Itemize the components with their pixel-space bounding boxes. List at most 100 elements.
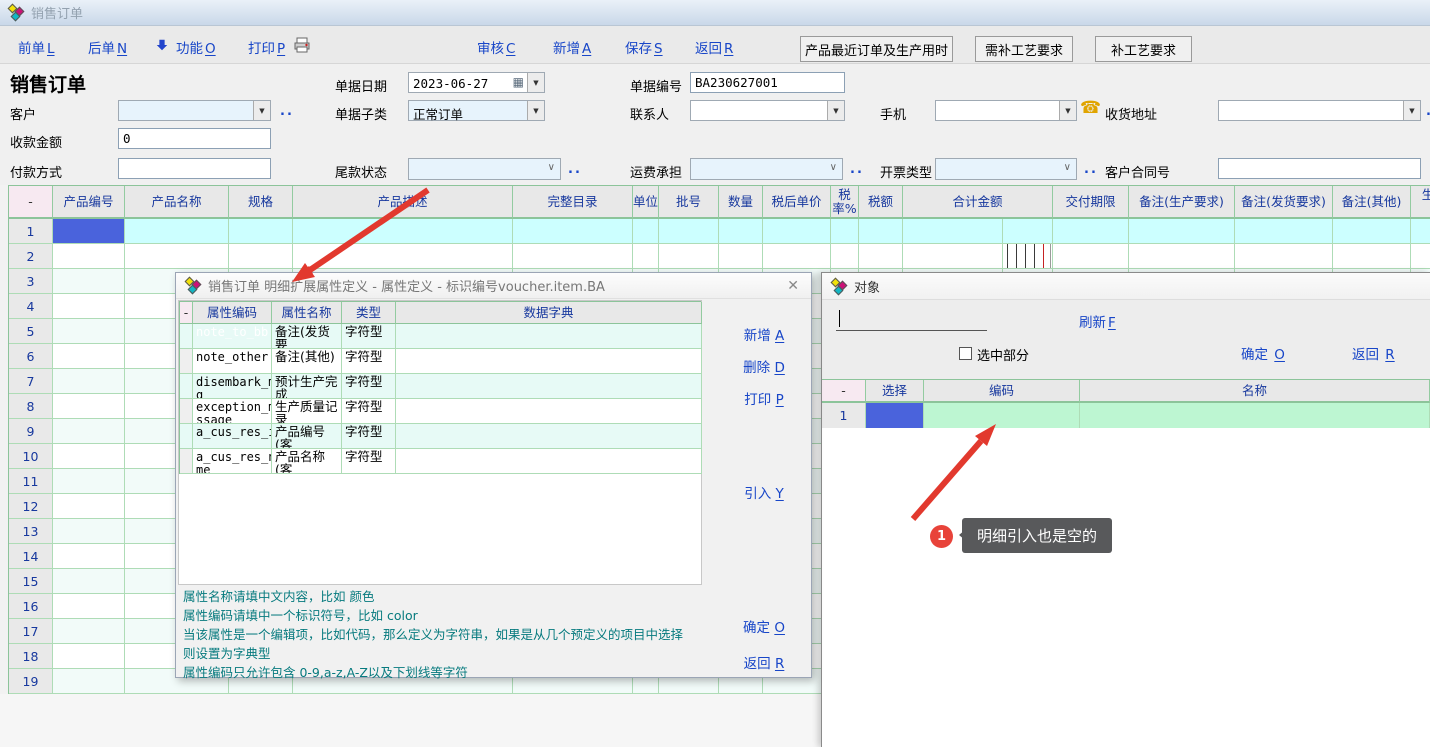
contract-no-input[interactable] — [1218, 158, 1421, 179]
attribute-type-cell[interactable]: 字符型 — [342, 424, 396, 449]
attribute-dict-cell[interactable] — [396, 324, 702, 349]
grid-cell[interactable] — [53, 319, 125, 344]
received-amount-input[interactable] — [118, 128, 271, 149]
col-header[interactable]: 税率% — [831, 186, 859, 219]
grid-cell[interactable] — [53, 419, 125, 444]
attribute-type-cell[interactable]: 字符型 — [342, 324, 396, 349]
grid-cell[interactable] — [53, 344, 125, 369]
grid-cell[interactable] — [53, 294, 125, 319]
col-header[interactable]: 交付期限 — [1053, 186, 1129, 219]
col-header[interactable]: 类型 — [342, 302, 396, 324]
close-icon[interactable]: ✕ — [787, 278, 799, 294]
row-number-cell[interactable]: 3 — [9, 269, 53, 294]
return-link[interactable]: 返回R — [695, 37, 733, 57]
grid-cell[interactable] — [1333, 219, 1411, 244]
grid-cell[interactable] — [831, 244, 859, 269]
grid-cell[interactable] — [659, 219, 719, 244]
process-requirements-button[interactable]: 补工艺要求 — [1095, 36, 1192, 62]
attribute-dict-cell[interactable] — [396, 374, 702, 399]
dialog-add-link[interactable]: 新增 A — [724, 324, 804, 344]
row-select-cell[interactable] — [180, 424, 193, 449]
col-header-dash[interactable]: - — [822, 380, 866, 403]
col-header[interactable]: 属性名称 — [272, 302, 342, 324]
grid-cell[interactable] — [1129, 219, 1235, 244]
dialog-titlebar[interactable]: 销售订单 明细扩展属性定义 - 属性定义 - 标识编号voucher.item.… — [176, 273, 811, 299]
selected-cell[interactable] — [53, 219, 125, 244]
col-header[interactable]: 产品编号 — [53, 186, 125, 219]
row-number-cell[interactable]: 19 — [9, 669, 53, 694]
customer-more-link[interactable]: .. — [280, 104, 294, 119]
window-titlebar[interactable]: 销售订单 — [0, 0, 1430, 26]
row-number-cell[interactable]: 6 — [9, 344, 53, 369]
col-header[interactable]: 属性编码 — [193, 302, 272, 324]
grid-cell[interactable] — [125, 244, 229, 269]
grid-cell[interactable] — [859, 244, 903, 269]
attribute-dict-cell[interactable] — [396, 399, 702, 424]
grid-cell[interactable] — [53, 494, 125, 519]
audit-link[interactable]: 审核C — [477, 37, 515, 57]
grid-cell[interactable] — [53, 644, 125, 669]
doc-subtype-select[interactable]: 正常订单 ▼ — [408, 100, 545, 121]
row-select-cell[interactable] — [180, 349, 193, 374]
col-header[interactable]: 数据字典 — [396, 302, 702, 324]
attribute-name-cell[interactable]: 备注(其他) — [272, 349, 342, 374]
row-number-cell[interactable]: 5 — [9, 319, 53, 344]
dialog-import-link[interactable]: 引入 Y — [724, 482, 804, 502]
select-cell[interactable] — [866, 403, 924, 429]
col-header-select[interactable]: 选择 — [866, 380, 924, 403]
freight-more-link[interactable]: .. — [850, 162, 864, 177]
grid-cell[interactable] — [513, 219, 633, 244]
invoice-type-more-link[interactable]: .. — [1084, 162, 1098, 177]
grid-cell[interactable] — [1053, 219, 1129, 244]
dialog-delete-link[interactable]: 删除 D — [724, 356, 804, 376]
grid-cell[interactable] — [1235, 244, 1333, 269]
chevron-down-icon[interactable]: ▼ — [527, 101, 544, 120]
grid-cell[interactable] — [53, 269, 125, 294]
attribute-code-cell[interactable]: a_cus_res_id — [193, 424, 272, 449]
grid-cell[interactable] — [633, 244, 659, 269]
grid-cell[interactable] — [293, 219, 513, 244]
grid-cell[interactable] — [1129, 244, 1235, 269]
row-number-cell[interactable]: 1 — [822, 403, 866, 429]
grid-cell[interactable] — [719, 219, 763, 244]
attribute-name-cell[interactable]: 产品编号(客) — [272, 424, 342, 449]
col-header[interactable]: - — [9, 186, 53, 219]
grid-cell[interactable] — [53, 594, 125, 619]
prev-doc-link[interactable]: 前单L — [18, 37, 55, 57]
attribute-type-cell[interactable]: 字符型 — [342, 349, 396, 374]
dialog-return-link[interactable]: 返回 R — [724, 652, 804, 672]
save-link[interactable]: 保存S — [625, 37, 663, 57]
grid-cell[interactable] — [659, 244, 719, 269]
phone-icon[interactable]: ☎ — [1080, 98, 1101, 118]
grid-cell[interactable] — [1411, 219, 1430, 244]
row-number-cell[interactable]: 13 — [9, 519, 53, 544]
next-doc-link[interactable]: 后单N — [88, 37, 127, 57]
attribute-name-cell[interactable]: 预计生产完成 — [272, 374, 342, 399]
printer-icon[interactable] — [293, 37, 311, 57]
col-header[interactable]: 完整目录 — [513, 186, 633, 219]
col-header-name[interactable]: 名称 — [1080, 380, 1430, 403]
grid-cell[interactable] — [513, 244, 633, 269]
row-select-cell[interactable] — [180, 324, 193, 349]
col-header[interactable]: 数量 — [719, 186, 763, 219]
dialog-print-link[interactable]: 打印 P — [724, 388, 804, 408]
grid-cell[interactable] — [1235, 219, 1333, 244]
chevron-down-icon[interactable]: ▼ — [527, 73, 544, 92]
grid-cell[interactable] — [1411, 244, 1430, 269]
col-header-code[interactable]: 编码 — [924, 380, 1080, 403]
grid-cell[interactable] — [53, 619, 125, 644]
grid-cell[interactable] — [1053, 244, 1129, 269]
select-part-checkbox[interactable] — [959, 347, 972, 360]
col-header[interactable]: 合计金额 — [903, 186, 1053, 219]
balance-status-more-link[interactable]: .. — [568, 162, 582, 177]
row-number-cell[interactable]: 18 — [9, 644, 53, 669]
attribute-dict-cell[interactable] — [396, 424, 702, 449]
grid-cell[interactable] — [763, 244, 831, 269]
col-header[interactable]: 备注(其他) — [1333, 186, 1411, 219]
row-number-cell[interactable]: 11 — [9, 469, 53, 494]
row-number-cell[interactable]: 1 — [9, 219, 53, 244]
attribute-code-cell[interactable]: note_other — [193, 349, 272, 374]
need-process-requirements-button[interactable]: 需补工艺要求 — [975, 36, 1073, 62]
row-number-cell[interactable]: 7 — [9, 369, 53, 394]
grid-cell[interactable] — [859, 219, 903, 244]
